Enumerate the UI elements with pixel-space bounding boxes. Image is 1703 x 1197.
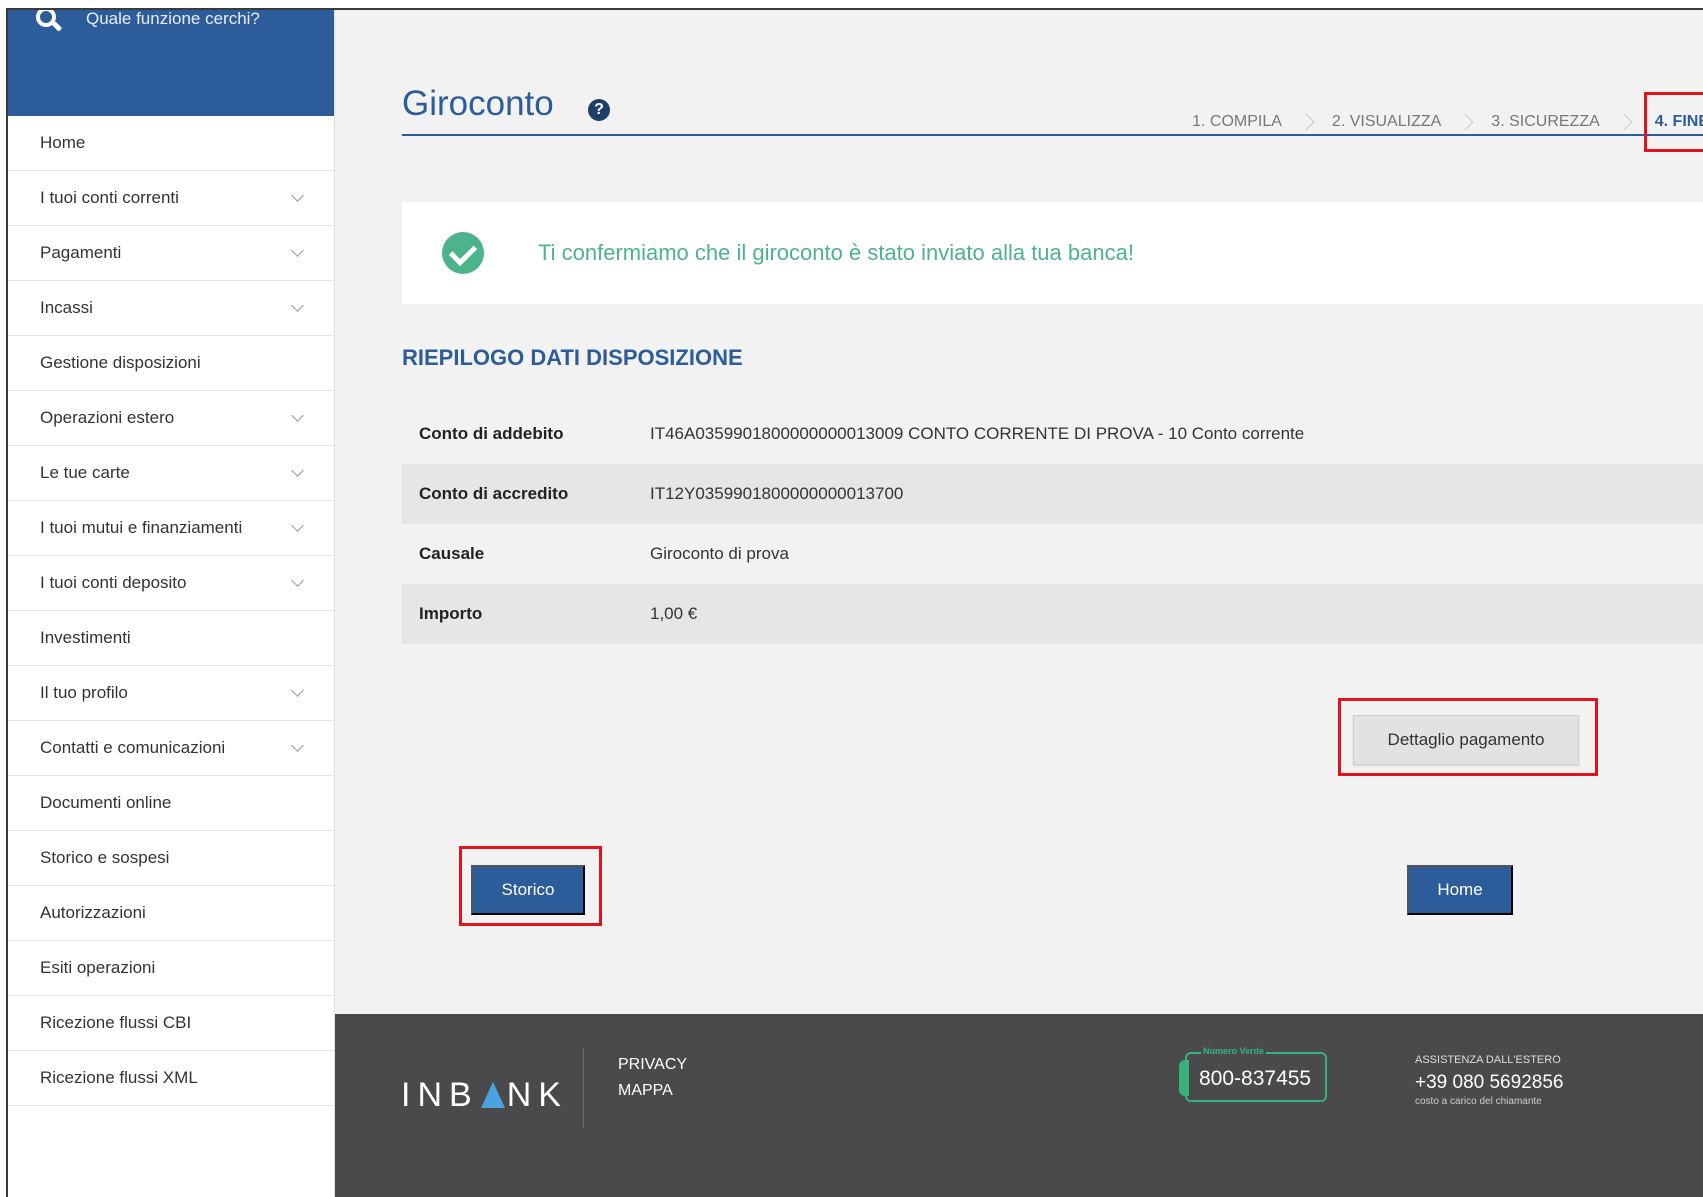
sidebar-item[interactable]: Operazioni estero xyxy=(8,391,334,446)
storico-button[interactable]: Storico xyxy=(471,865,585,915)
chevron-right-icon xyxy=(1456,113,1474,131)
sidebar-item[interactable]: Contatti e comunicazioni xyxy=(8,721,334,776)
summary-row: Conto di accredito IT12Y0359901800000000… xyxy=(402,464,1703,524)
phone-number: 800-837455 xyxy=(1199,1067,1312,1090)
sidebar-item-label: Operazioni estero xyxy=(40,408,175,427)
payment-detail-button[interactable]: Dettaglio pagamento xyxy=(1353,715,1579,765)
wizard-steps: 1. COMPILA 2. VISUALIZZA 3. SICUREZZA 4.… xyxy=(1186,92,1703,152)
sidebar-item[interactable]: Esiti operazioni xyxy=(8,941,334,996)
sidebar-item-label: Esiti operazioni xyxy=(40,958,156,977)
sidebar-item-label: Le tue carte xyxy=(40,463,130,482)
help-icon[interactable]: ? xyxy=(588,99,610,121)
sidebar-item-label: Storico e sospesi xyxy=(40,848,170,867)
search-placeholder[interactable]: Quale funzione cerchi? xyxy=(86,10,260,29)
sidebar-item[interactable]: I tuoi mutui e finanziamenti xyxy=(8,501,334,556)
page-header: Giroconto ? 1. COMPILA 2. VISUALIZZA 3. … xyxy=(402,70,1703,152)
chevron-down-icon[interactable] xyxy=(291,243,304,257)
summary-value: IT46A0359901800000000013009 CONTO CORREN… xyxy=(650,424,1305,443)
sidebar-item[interactable]: Home xyxy=(8,116,334,171)
page-title: Giroconto xyxy=(402,84,554,123)
summary-label: Conto di accredito xyxy=(419,484,569,503)
step-fine: 4. FINE xyxy=(1643,92,1703,152)
sidebar-item[interactable]: I tuoi conti deposito xyxy=(8,556,334,611)
check-circle-icon xyxy=(442,232,484,274)
chevron-down-icon[interactable] xyxy=(291,738,304,752)
app-frame: Quale funzione cerchi? Home I tuoi conti … xyxy=(6,8,1703,1197)
footer-divider xyxy=(583,1048,584,1128)
chevron-down-icon[interactable] xyxy=(291,298,304,312)
sidebar-item[interactable]: Ricezione flussi CBI xyxy=(8,996,334,1051)
step-compila: 1. COMPILA xyxy=(1192,113,1282,130)
sidebar-item[interactable]: Investimenti xyxy=(8,611,334,666)
sidebar-item-label: I tuoi conti correnti xyxy=(40,188,179,207)
summary-row: Causale Giroconto di prova xyxy=(402,524,1703,584)
sidebar-item[interactable]: Storico e sospesi xyxy=(8,831,334,886)
international-support: ASSISTENZA DALL'ESTERO +39 080 5692856 c… xyxy=(1415,1054,1563,1107)
chevron-down-icon[interactable] xyxy=(291,518,304,532)
sidebar-item-label: Gestione disposizioni xyxy=(40,353,201,372)
map-link[interactable]: MAPPA xyxy=(618,1078,687,1104)
intl-note: costo a carico del chiamante xyxy=(1415,1096,1542,1107)
summary-value: 1,00 € xyxy=(650,604,698,623)
search-bar[interactable]: Quale funzione cerchi? xyxy=(8,10,334,116)
logo-a-mark xyxy=(480,1082,505,1108)
sidebar-item[interactable]: Incassi xyxy=(8,281,334,336)
chevron-down-icon[interactable] xyxy=(291,463,304,477)
footer-links: PRIVACY MAPPA xyxy=(618,1052,687,1104)
sidebar: Quale funzione cerchi? Home I tuoi conti … xyxy=(8,10,335,1197)
footer: INB NK PRIVACY MAPPA Numero Verde 800-837… xyxy=(335,1014,1703,1197)
sidebar-item-label: I tuoi conti deposito xyxy=(40,573,187,592)
sidebar-item-label: Home xyxy=(40,133,86,152)
confirmation-message: Ti confermiamo che il giroconto è stato … xyxy=(538,240,1134,265)
sidebar-item[interactable]: Documenti online xyxy=(8,776,334,831)
inbank-logo[interactable]: INB NK xyxy=(401,1076,568,1115)
chevron-down-icon[interactable] xyxy=(291,408,304,422)
chevron-down-icon[interactable] xyxy=(291,573,304,587)
sidebar-menu: Home I tuoi conti correnti Pagamenti Incass… xyxy=(8,116,334,1106)
chevron-right-icon xyxy=(1297,113,1315,131)
sidebar-item-label: Ricezione flussi CBI xyxy=(40,1013,192,1032)
phone-label: Numero Verde xyxy=(1201,1046,1267,1056)
chevron-down-icon[interactable] xyxy=(291,683,304,697)
search-icon[interactable] xyxy=(36,10,64,35)
summary-title: RIEPILOGO DATI DISPOSIZIONE xyxy=(402,345,743,370)
intl-number: +39 080 5692856 xyxy=(1415,1072,1564,1093)
summary-value: IT12Y0359901800000000013700 xyxy=(650,484,904,503)
sidebar-item-label: Investimenti xyxy=(40,628,131,647)
step-visualizza: 2. VISUALIZZA xyxy=(1331,113,1442,130)
summary-row: Importo 1,00 € xyxy=(402,584,1703,644)
phone-icon xyxy=(1179,1060,1189,1096)
sidebar-item-label: Ricezione flussi XML xyxy=(40,1068,198,1087)
sidebar-item[interactable]: Autorizzazioni xyxy=(8,886,334,941)
summary-label: Importo xyxy=(419,604,483,623)
sidebar-item-label: Il tuo profilo xyxy=(40,683,128,702)
summary-row: Conto di addebito IT46A03599018000000000… xyxy=(402,404,1703,464)
sidebar-item-label: Pagamenti xyxy=(40,243,122,262)
summary-label: Conto di addebito xyxy=(419,424,564,443)
step-sicurezza: 3. SICUREZZA xyxy=(1491,113,1600,130)
home-button[interactable]: Home xyxy=(1407,865,1513,915)
privacy-link[interactable]: PRIVACY xyxy=(618,1052,687,1078)
toll-free-number: Numero Verde 800-837455 xyxy=(1179,1046,1327,1102)
sidebar-item-label: I tuoi mutui e finanziamenti xyxy=(40,518,243,537)
summary-table: Conto di addebito IT46A03599018000000000… xyxy=(402,404,1703,644)
intl-title: ASSISTENZA DALL'ESTERO xyxy=(1415,1054,1561,1066)
chevron-down-icon[interactable] xyxy=(291,188,304,202)
sidebar-item[interactable]: Pagamenti xyxy=(8,226,334,281)
sidebar-item[interactable]: Ricezione flussi XML xyxy=(8,1051,334,1106)
sidebar-item[interactable]: Gestione disposizioni xyxy=(8,336,334,391)
confirmation-banner: Ti confermiamo che il giroconto è stato … xyxy=(402,202,1703,304)
main-content: Giroconto ? 1. COMPILA 2. VISUALIZZA 3. … xyxy=(335,10,1703,1197)
summary-label: Causale xyxy=(419,544,485,563)
sidebar-item-label: Documenti online xyxy=(40,793,172,812)
sidebar-item[interactable]: Il tuo profilo xyxy=(8,666,334,721)
chevron-right-icon xyxy=(1615,113,1633,131)
sidebar-item-label: Incassi xyxy=(40,298,93,317)
sidebar-item-label: Autorizzazioni xyxy=(40,903,146,922)
sidebar-item[interactable]: I tuoi conti correnti xyxy=(8,171,334,226)
summary-value: Giroconto di prova xyxy=(650,544,789,563)
sidebar-item[interactable]: Le tue carte xyxy=(8,446,334,501)
sidebar-item-label: Contatti e comunicazioni xyxy=(40,738,226,757)
